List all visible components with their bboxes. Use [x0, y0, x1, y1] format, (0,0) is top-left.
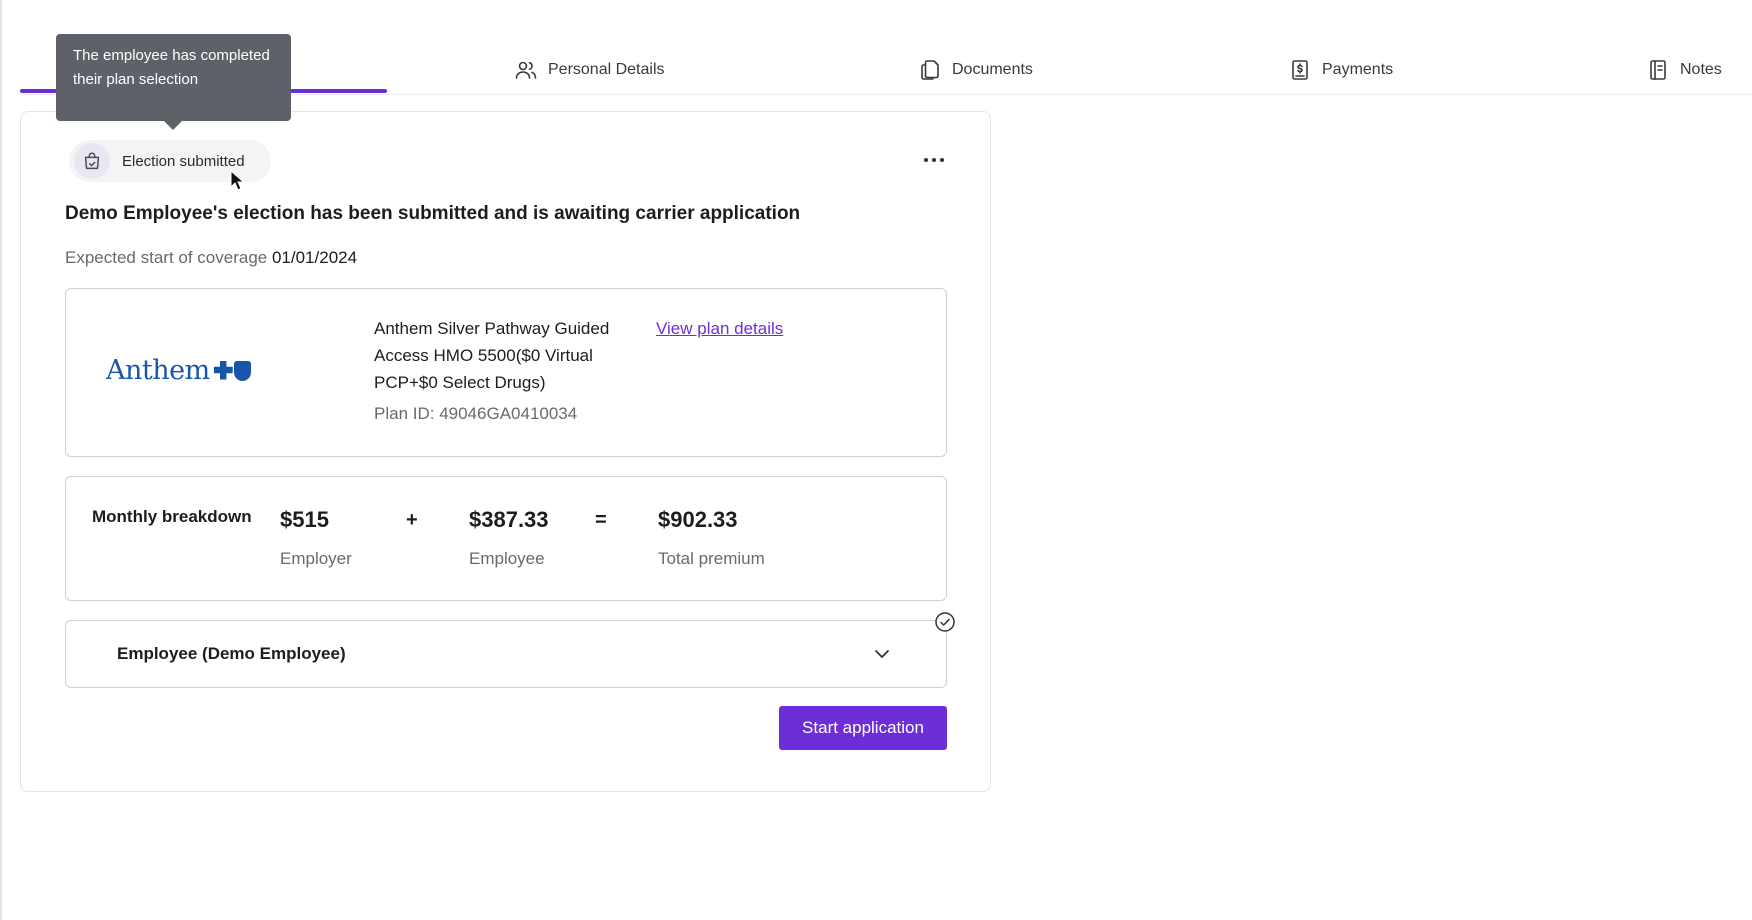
- users-icon: [515, 61, 537, 79]
- employee-label: Employee: [469, 549, 545, 568]
- check-circle-icon: [935, 612, 955, 632]
- carrier-logo: Anthem: [106, 355, 251, 386]
- more-dot-icon: [932, 158, 936, 162]
- cross-shield-icon: [213, 360, 251, 381]
- breakdown-label: Monthly breakdown: [92, 507, 252, 526]
- plus-sign: +: [406, 509, 418, 531]
- notebook-icon: [1650, 60, 1666, 80]
- total-amount: $902.33: [658, 507, 738, 532]
- view-plan-details-link[interactable]: View plan details: [656, 315, 783, 342]
- coverage-label: Expected start of coverage: [65, 248, 268, 267]
- accordion-label: Employee (Demo Employee): [117, 644, 346, 663]
- tab-payments-label: Payments: [1322, 61, 1394, 78]
- tab-notes-label: Notes: [1680, 61, 1722, 78]
- coverage-start: Expected start of coverage 01/01/2024: [65, 248, 357, 268]
- tooltip-arrow: [164, 121, 182, 130]
- more-options-button[interactable]: [919, 150, 949, 170]
- plan-id: Plan ID: 49046GA0410034: [374, 404, 578, 423]
- payment-receipt-icon: [1292, 60, 1308, 80]
- more-dot-icon: [924, 158, 928, 162]
- employee-amount: $387.33: [469, 507, 549, 532]
- page-title: Demo Employee's election has been submit…: [65, 203, 801, 224]
- chevron-down-icon: [875, 650, 889, 658]
- start-application-button[interactable]: Start application: [779, 706, 947, 750]
- carrier-logo-text: Anthem: [106, 355, 210, 386]
- election-card: Election submitted Demo Employee's elect…: [20, 111, 991, 792]
- plan-summary: Anthem Anthem Silver Pathway Guided Acce…: [65, 288, 947, 457]
- documents-icon: [921, 60, 939, 80]
- tab-notes[interactable]: Notes: [1646, 56, 1722, 84]
- tab-documents-label: Documents: [952, 61, 1033, 78]
- left-divider: [0, 0, 2, 920]
- status-icon-wrap: [74, 143, 110, 179]
- more-dot-icon: [940, 158, 944, 162]
- employer-label: Employer: [280, 549, 352, 568]
- bag-check-icon: [84, 152, 100, 170]
- total-label: Total premium: [658, 549, 765, 568]
- tab-payments[interactable]: Payments: [1288, 56, 1393, 84]
- coverage-date: 01/01/2024: [271, 248, 358, 267]
- equals-sign: =: [595, 509, 607, 531]
- status-tooltip: The employee has completed their plan se…: [56, 34, 291, 121]
- plan-name: Anthem Silver Pathway Guided Access HMO …: [374, 319, 610, 392]
- monthly-breakdown: Monthly breakdown $515 Employer + $387.3…: [65, 476, 947, 601]
- tab-personal-details-label: Personal Details: [548, 61, 665, 78]
- tab-documents[interactable]: Documents: [918, 56, 1033, 84]
- employer-amount: $515: [280, 507, 329, 532]
- employee-accordion[interactable]: Employee (Demo Employee): [65, 620, 947, 688]
- status-label: Election submitted: [122, 152, 245, 170]
- mouse-cursor-icon: [230, 170, 245, 191]
- tab-personal-details[interactable]: Personal Details: [514, 56, 665, 84]
